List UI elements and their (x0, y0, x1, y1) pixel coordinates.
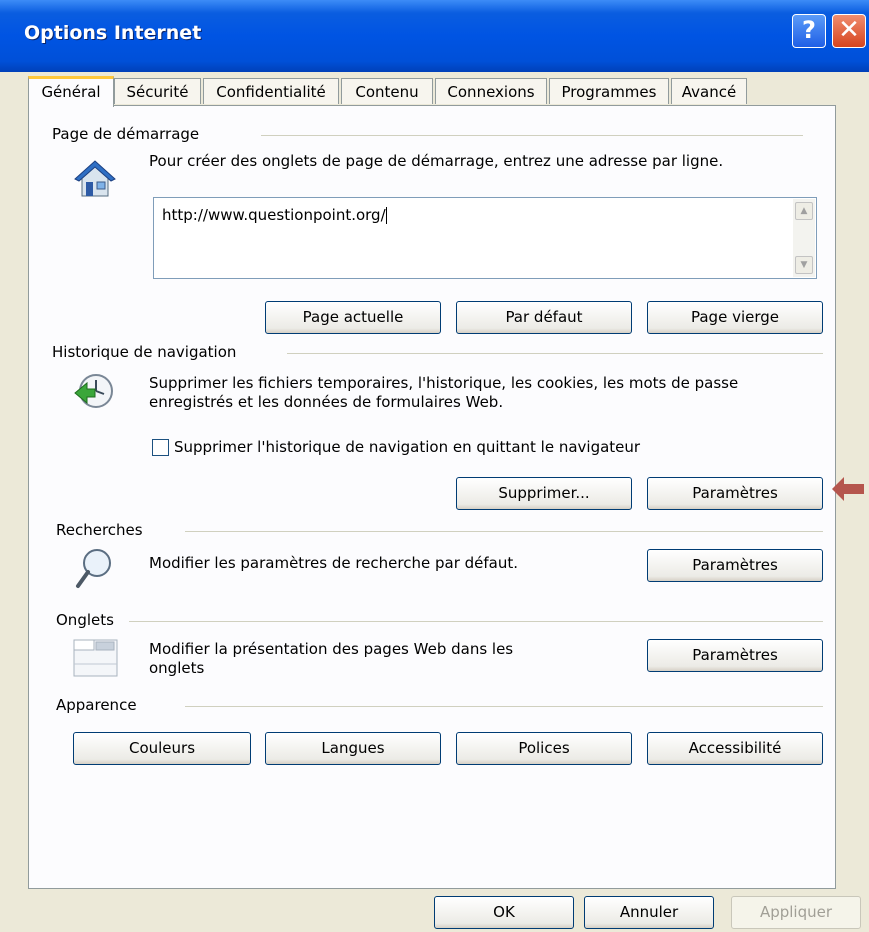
magnifier-icon (76, 549, 111, 588)
appearance-group-divider (185, 706, 823, 707)
tab-programs[interactable]: Programmes (549, 78, 669, 104)
search-group-label: Recherches (56, 521, 143, 539)
tab-advanced[interactable]: Avancé (671, 78, 747, 104)
search-description: Modifier les paramètres de recherche par… (149, 554, 519, 572)
history-description-line1: Supprimer les fichiers temporaires, l'hi… (149, 374, 739, 392)
delete-history-button[interactable]: Supprimer... (456, 477, 632, 510)
blank-page-button[interactable]: Page vierge (647, 301, 823, 334)
delete-history-on-exit-label[interactable]: Supprimer l'historique de navigation en … (174, 438, 640, 457)
languages-button[interactable]: Langues (265, 732, 441, 765)
options-internet-dialog: Options Internet ? ✕ Général Sécurité Co… (0, 0, 869, 932)
tabs-group-divider (129, 621, 823, 622)
home-group-divider (261, 135, 803, 136)
general-tab-panel: Page de démarrage Pour créer des onglets… (28, 105, 836, 889)
tabs-window-icon (73, 639, 118, 677)
tab-general[interactable]: Général (28, 76, 114, 107)
fonts-button[interactable]: Polices (456, 732, 632, 765)
textarea-scrollbar[interactable]: ▲ ▼ (793, 199, 815, 277)
scroll-up-icon[interactable]: ▲ (795, 202, 813, 220)
home-group-label: Page de démarrage (52, 125, 200, 143)
tabs-description-line1: Modifier la présentation des pages Web d… (149, 640, 514, 658)
history-description-line2: enregistrés et les données de formulaire… (149, 393, 504, 411)
history-clock-icon (74, 374, 113, 408)
search-group-divider (185, 531, 823, 532)
appearance-group-label: Apparence (56, 696, 137, 714)
window-title: Options Internet (24, 22, 202, 44)
help-button[interactable]: ? (792, 14, 826, 48)
ok-button[interactable]: OK (434, 896, 574, 929)
delete-history-on-exit-checkbox[interactable] (152, 439, 169, 456)
tab-security[interactable]: Sécurité (114, 78, 201, 104)
home-description: Pour créer des onglets de page de démarr… (149, 152, 724, 170)
title-bar[interactable]: Options Internet ? ✕ (0, 0, 869, 72)
tab-privacy[interactable]: Confidentialité (203, 78, 339, 104)
apply-button: Appliquer (731, 896, 861, 929)
cancel-button[interactable]: Annuler (584, 896, 714, 929)
scroll-down-icon[interactable]: ▼ (795, 256, 813, 274)
tabs-description-line2: onglets (149, 659, 205, 677)
history-group-divider (287, 353, 823, 354)
history-settings-button[interactable]: Paramètres (647, 477, 823, 510)
home-page-url: http://www.questionpoint.org/ (162, 206, 386, 224)
history-group-label: Historique de navigation (52, 343, 237, 361)
search-settings-button[interactable]: Paramètres (647, 549, 823, 582)
colors-button[interactable]: Couleurs (73, 732, 251, 765)
accessibility-button[interactable]: Accessibilité (647, 732, 823, 765)
text-caret (385, 207, 387, 224)
current-page-button[interactable]: Page actuelle (265, 301, 441, 334)
dialog-body: Général Sécurité Confidentialité Contenu… (6, 72, 863, 932)
default-page-button[interactable]: Par défaut (456, 301, 632, 334)
tab-connections[interactable]: Connexions (435, 78, 547, 104)
tabs-settings-button[interactable]: Paramètres (647, 639, 823, 672)
annotation-arrow-icon (832, 477, 864, 501)
tab-content[interactable]: Contenu (341, 78, 433, 104)
close-button[interactable]: ✕ (832, 14, 866, 48)
tabs-group-label: Onglets (56, 611, 114, 629)
home-page-textarea[interactable]: http://www.questionpoint.org/ ▲ ▼ (153, 197, 817, 279)
home-icon (74, 160, 116, 197)
